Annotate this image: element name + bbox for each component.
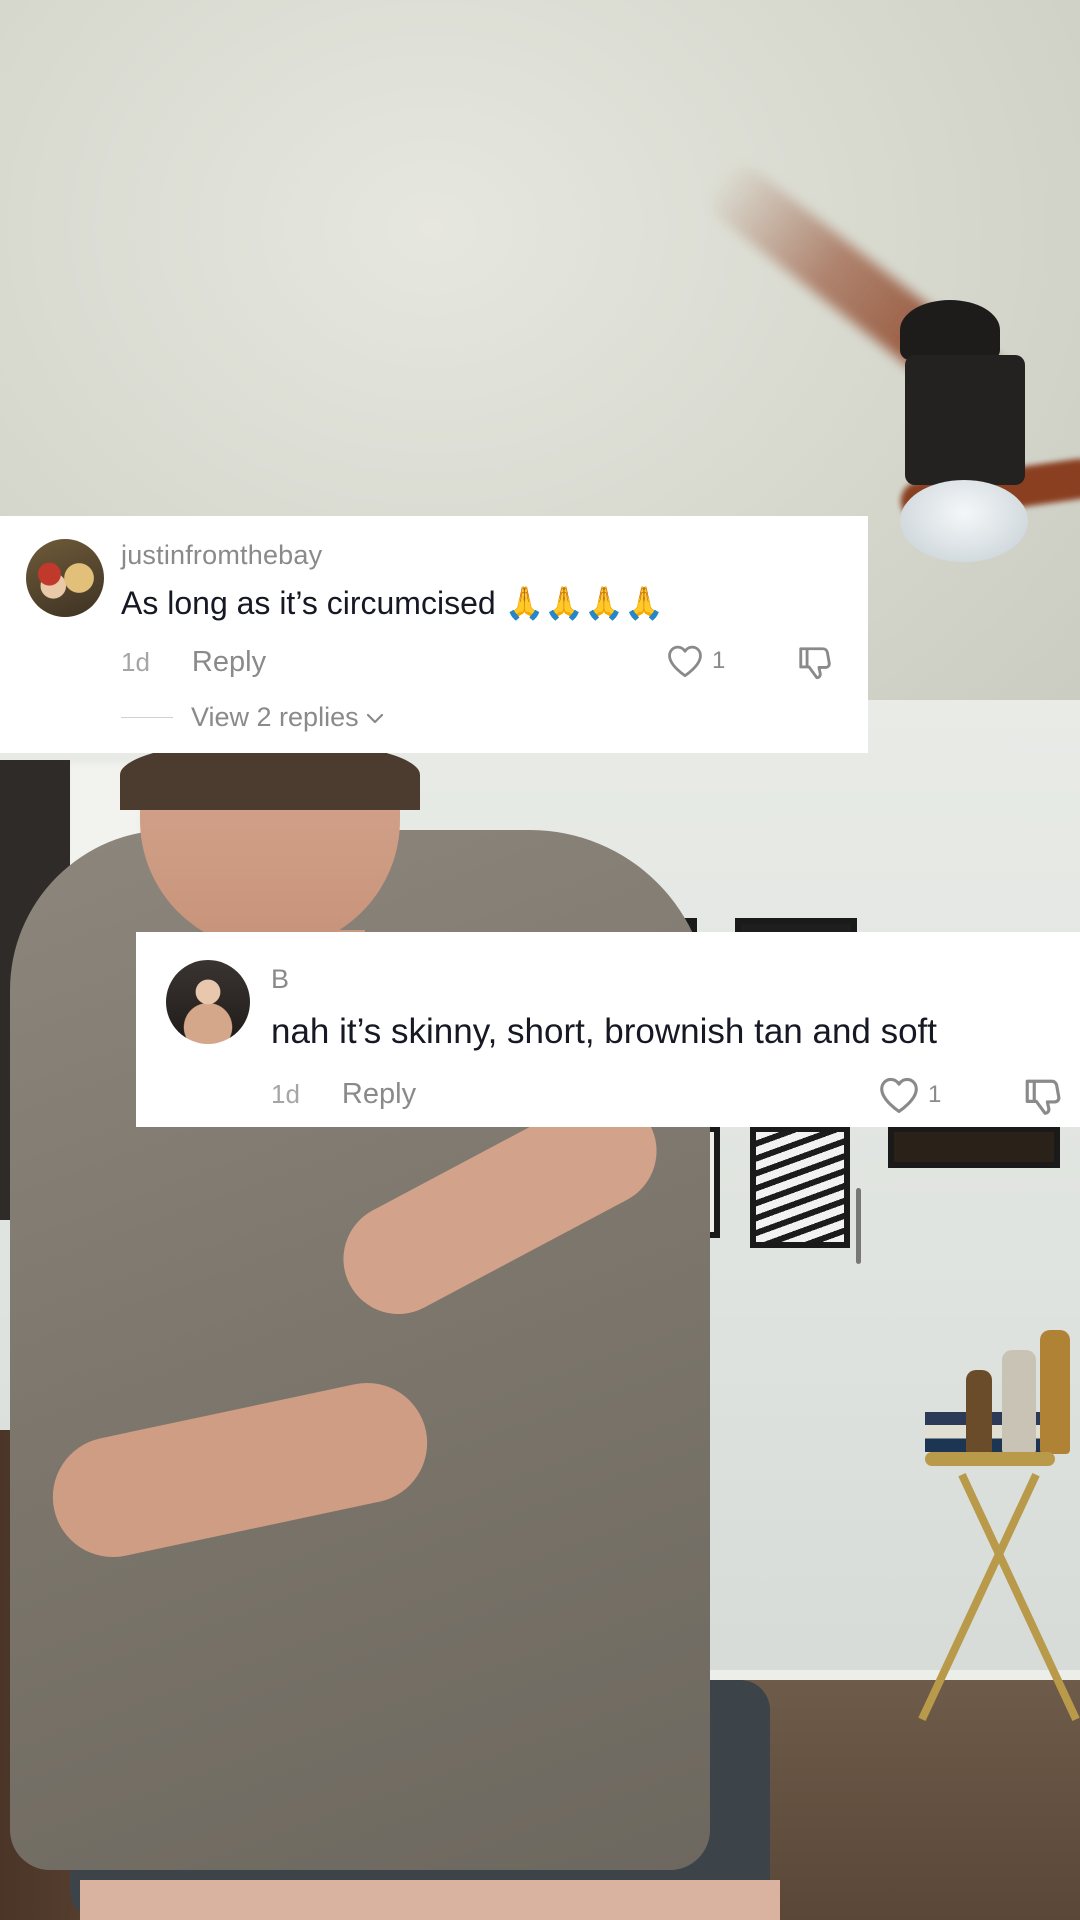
comment-card: B nah it’s skinny, short, brownish tan a…: [136, 932, 1080, 1127]
heart-outline-icon: [880, 1077, 918, 1113]
avatar[interactable]: [166, 960, 250, 1044]
ceiling-fan-motor: [900, 300, 1000, 360]
bottle: [1002, 1350, 1036, 1454]
chevron-down-icon: [366, 713, 383, 723]
reply-button[interactable]: Reply: [192, 646, 266, 679]
person-legs: [80, 1880, 780, 1920]
comment-text: nah it’s skinny, short, brownish tan and…: [271, 1012, 938, 1051]
like-count: 1: [928, 1081, 942, 1108]
comment-meta: 1d Reply: [271, 1078, 416, 1111]
wall-art: [750, 1126, 850, 1248]
comment-meta: 1d Reply: [121, 646, 266, 679]
comment-username[interactable]: B: [271, 964, 289, 995]
avatar[interactable]: [26, 539, 104, 617]
like-button[interactable]: 1: [878, 1076, 941, 1114]
view-replies-label: View 2 replies: [191, 702, 359, 732]
thumbs-down-icon: [799, 647, 831, 680]
view-replies-button[interactable]: View 2 replies: [121, 702, 385, 733]
like-button[interactable]: 1: [666, 644, 725, 678]
dislike-button[interactable]: [796, 644, 834, 687]
wall-art: [888, 1126, 1060, 1168]
comment-text: As long as it’s circumcised 🙏🙏🙏🙏: [121, 585, 664, 621]
divider: [121, 717, 173, 718]
heart-outline-icon: [668, 645, 702, 678]
bar-cart: [925, 1452, 1055, 1466]
scrollbar[interactable]: [856, 1188, 861, 1264]
thumbs-down-icon: [1025, 1079, 1061, 1115]
bottle: [1040, 1330, 1070, 1454]
ceiling-fan-light: [900, 480, 1028, 562]
like-count: 1: [712, 647, 726, 674]
comment-timestamp: 1d: [271, 1079, 300, 1109]
comment-card: justinfromthebay As long as it’s circumc…: [0, 516, 868, 1264]
dislike-button[interactable]: [1022, 1076, 1064, 1123]
comment-timestamp: 1d: [121, 647, 150, 677]
reply-button[interactable]: Reply: [342, 1078, 416, 1111]
bottle: [966, 1370, 992, 1454]
ceiling-fan-body: [905, 355, 1025, 485]
comment-username[interactable]: justinfromthebay: [121, 540, 322, 571]
